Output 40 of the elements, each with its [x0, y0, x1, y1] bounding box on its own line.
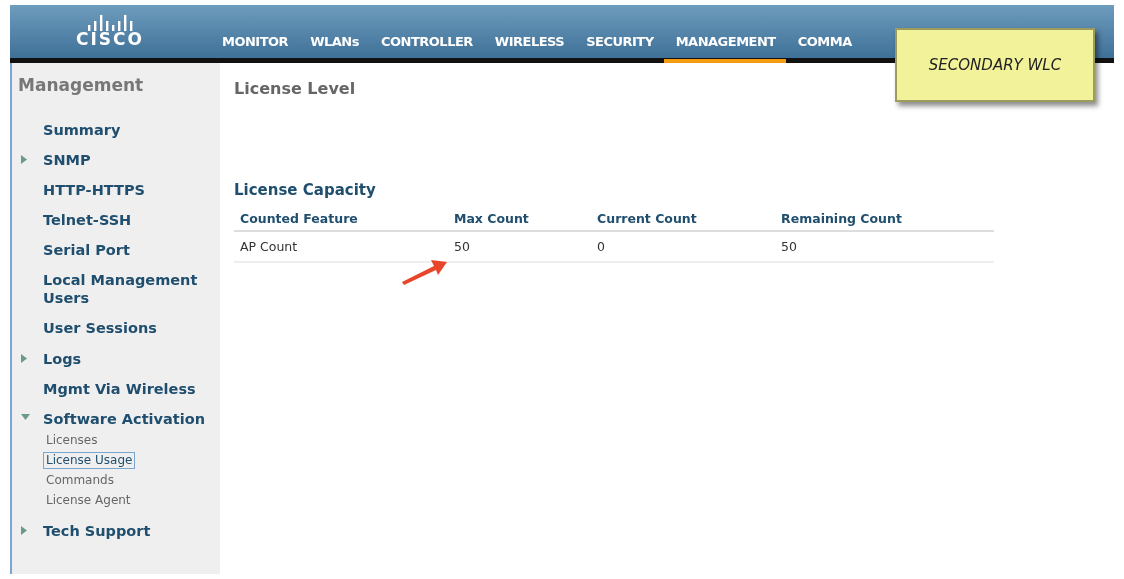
- sidebar-link[interactable]: SNMP: [43, 150, 213, 169]
- sidebar-link[interactable]: Tech Support: [43, 521, 213, 540]
- menu-tab[interactable]: MANAGEMENT: [663, 31, 786, 63]
- sidebar-link[interactable]: Software Activation: [43, 409, 213, 428]
- sidebar-link[interactable]: Summary: [43, 120, 213, 139]
- expand-triangle-icon[interactable]: [21, 525, 27, 535]
- column-header: Counted Feature: [234, 207, 448, 232]
- menu-tab[interactable]: WLANs: [298, 31, 369, 63]
- expand-triangle-icon[interactable]: [21, 154, 27, 164]
- menu-tab[interactable]: WIRELESS: [482, 31, 575, 63]
- sticky-note: SECONDARY WLC: [895, 28, 1095, 102]
- menu-tab[interactable]: COMMA: [785, 31, 862, 63]
- section-title: License Capacity: [234, 180, 377, 201]
- sidebar-link[interactable]: User Sessions: [43, 319, 213, 338]
- sidebar-link[interactable]: Logs: [43, 349, 213, 368]
- sidebar-sublink[interactable]: Commands: [43, 472, 117, 490]
- table-cell: 0: [591, 231, 776, 262]
- sidebar-link[interactable]: Serial Port: [43, 241, 213, 260]
- table-cell: 50: [775, 231, 994, 262]
- table-cell: AP Count: [234, 231, 448, 262]
- column-header: Max Count: [447, 207, 592, 232]
- column-header: Current Count: [591, 207, 776, 232]
- logo-text: CISCO: [76, 31, 144, 48]
- sidebar-link[interactable]: Telnet-SSH: [43, 210, 213, 229]
- menu-tab[interactable]: SECURITY: [574, 31, 664, 63]
- collapse-triangle-icon[interactable]: [21, 413, 30, 420]
- sidebar-sublink[interactable]: License Usage: [43, 452, 136, 470]
- sidebar-link[interactable]: Mgmt Via Wireless: [43, 379, 213, 398]
- table-cell: 50: [447, 231, 592, 262]
- sidebar-sublink[interactable]: Licenses: [43, 431, 101, 450]
- page-title: License Level: [234, 78, 357, 100]
- sidebar-sublink[interactable]: License Agent: [43, 492, 134, 510]
- menu-tab[interactable]: MONITOR: [210, 31, 299, 63]
- menu-tab[interactable]: CONTROLLER: [368, 31, 483, 63]
- sidebar-title: Management: [18, 74, 145, 97]
- sidebar-link[interactable]: Local Management Users: [43, 271, 213, 308]
- sidebar-link[interactable]: HTTP-HTTPS: [43, 180, 213, 199]
- column-header: Remaining Count: [775, 207, 994, 232]
- expand-triangle-icon[interactable]: [21, 353, 27, 363]
- logo-bars-icon: [87, 15, 133, 31]
